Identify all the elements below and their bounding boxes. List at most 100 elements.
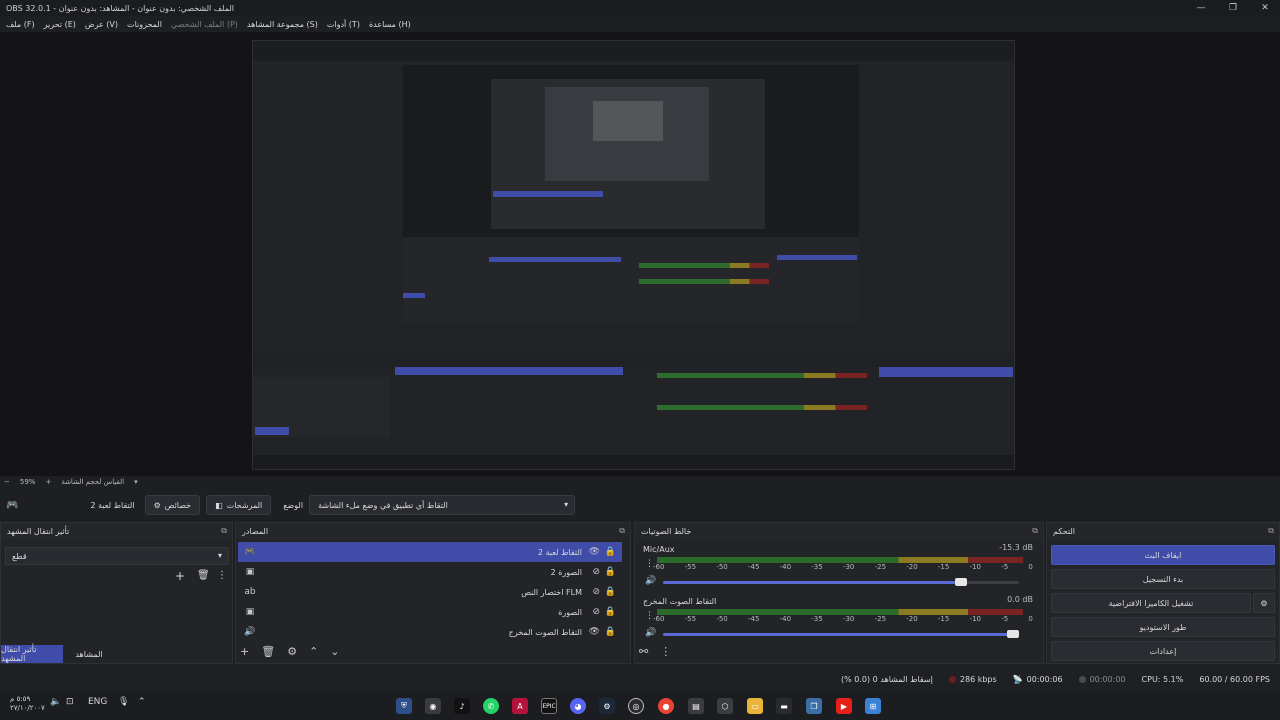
store-icon[interactable]: ▤ — [688, 698, 704, 714]
menu-edit[interactable]: تحرير (E) — [44, 20, 76, 29]
multitask-icon[interactable]: ❐ — [806, 698, 822, 714]
menu-profile[interactable]: الملف الشخصي (P) — [171, 20, 238, 29]
menu-scene-collection[interactable]: مجموعة المشاهد (S) — [247, 20, 318, 29]
tab-scenes[interactable]: المشاهد — [63, 645, 115, 663]
capture-mode-select[interactable]: التقاط أي تطبيق في وضع ملء الشاشة ▾ — [309, 495, 576, 515]
tiktok-icon[interactable]: ♪ — [454, 698, 470, 714]
tab-transitions[interactable]: تأثير انتقال المشهد — [1, 645, 63, 663]
obs-icon[interactable]: ◎ — [628, 698, 644, 714]
virtual-camera-settings-button[interactable]: ⚙ — [1253, 593, 1275, 613]
discord-icon[interactable]: ◕ — [570, 698, 586, 714]
start-recording-button[interactable]: بدء التسجيل — [1051, 569, 1275, 589]
bitrate: 286 kbps — [948, 675, 997, 684]
dock-header: التحكم ⧉ — [1047, 523, 1279, 539]
link-icon[interactable]: ⚯ — [639, 645, 648, 658]
lock-icon[interactable]: 🔒 — [605, 567, 616, 577]
whatsapp-icon[interactable]: ✆ — [483, 698, 499, 714]
float-dock-icon[interactable]: ⧉ — [619, 526, 625, 536]
chevron-down-icon[interactable]: ▾ — [134, 478, 138, 486]
shield-icon[interactable]: ⛨ — [396, 698, 412, 714]
filters-button[interactable]: ◧ المرشحات — [206, 495, 272, 515]
more-icon[interactable]: ⋮ — [660, 645, 671, 658]
eye-icon[interactable]: 👁 — [589, 627, 600, 637]
meter-scale: -60 -55 -50 -45 -40 -35 -30 -25 -20 -15 -10 -5 0 — [653, 615, 1033, 623]
eye-off-icon[interactable]: ⊘ — [592, 607, 600, 617]
controls-dock: التحكم ⧉ ايقاف البث بدء التسجيل تشغيل ال… — [1046, 522, 1280, 664]
zoom-in-button[interactable]: + — [45, 478, 51, 486]
zoom-out-button[interactable]: − — [4, 478, 10, 486]
terminal-icon[interactable]: ▬ — [776, 698, 792, 714]
float-dock-icon[interactable]: ⧉ — [1032, 526, 1038, 536]
menu-docks[interactable]: المحزونات — [127, 20, 162, 29]
eye-off-icon[interactable]: ⊘ — [592, 587, 600, 597]
studio-mode-button[interactable]: طور الاستوديو — [1051, 617, 1275, 637]
source-item[interactable]: ▣ الصورة 2 ⊘ 🔒 — [238, 562, 622, 582]
start-menu-icon[interactable]: ⊞ — [865, 698, 881, 714]
properties-button[interactable]: ⚙ خصائص — [144, 495, 201, 515]
trash-icon[interactable]: 🗑 — [261, 645, 275, 658]
settings-button[interactable]: إعدادات — [1051, 641, 1275, 661]
button-label: بدء التسجيل — [1142, 574, 1184, 584]
gamepad-icon[interactable]: ◉ — [425, 698, 441, 714]
more-icon[interactable]: ⋮ — [217, 570, 227, 581]
zoom-level[interactable]: 59% — [20, 478, 36, 486]
add-icon[interactable]: + — [175, 569, 185, 583]
steam-icon[interactable]: ⚙ — [599, 698, 615, 714]
source-name: الصورة — [558, 607, 582, 617]
source-item[interactable]: ▣ الصورة ⊘ 🔒 — [238, 602, 622, 622]
menu-help[interactable]: مساعدة (H) — [369, 20, 411, 29]
close-button[interactable]: ✕ — [1249, 0, 1280, 16]
language-indicator[interactable]: ENG — [88, 697, 107, 707]
speaker-icon[interactable]: 🔊 — [645, 576, 656, 586]
microphone-icon[interactable]: 🎙 — [118, 697, 129, 707]
add-icon[interactable]: + — [240, 645, 249, 658]
transition-select[interactable]: قطع ▾ — [5, 547, 229, 565]
source-item[interactable]: ab اختصار النص FLM ⊘ 🔒 — [238, 582, 622, 602]
volume-icon[interactable]: 🔈 — [50, 697, 61, 707]
trash-icon[interactable]: 🗑 — [197, 570, 210, 581]
chevron-down-icon[interactable]: ⌄ — [330, 645, 339, 658]
settings-app-icon[interactable]: ⬡ — [717, 698, 733, 714]
lock-icon[interactable]: 🔒 — [605, 547, 616, 557]
volume-slider[interactable] — [663, 578, 1019, 586]
volume-slider-handle[interactable] — [954, 578, 967, 586]
minimize-icon: — — [1196, 3, 1206, 13]
menu-file[interactable]: ملف (F) — [6, 20, 35, 29]
chevron-up-icon[interactable]: ⌃ — [138, 697, 146, 707]
folder-icon[interactable]: ▭ — [747, 698, 763, 714]
network-icon[interactable]: ⊡ — [66, 697, 74, 707]
eye-icon[interactable]: 👁 — [589, 547, 600, 557]
source-item[interactable]: 🔊 التقاط الصوت المخرج 👁 🔒 — [238, 622, 622, 642]
meter-scale-tick: -15 — [937, 563, 950, 571]
volume-slider-handle[interactable] — [1007, 630, 1019, 638]
source-item[interactable]: 🎮 التقاط لعبة 2 👁 🔒 — [238, 542, 622, 562]
clock[interactable]: ٥:٥٩ م ٢٧/١٠/٢٠٠٧ — [10, 695, 45, 713]
epic-games-icon[interactable]: EPIC — [541, 698, 557, 714]
menu-tools[interactable]: أدوات (T) — [327, 20, 360, 29]
volume-slider[interactable] — [663, 630, 1019, 638]
dock-title: تأثير انتقال المشهد — [7, 526, 70, 536]
chrome-icon[interactable]: ● — [658, 698, 674, 714]
chevron-up-icon[interactable]: ⌃ — [309, 645, 318, 658]
preview-canvas[interactable] — [252, 40, 1015, 470]
volume-slider-fill — [663, 581, 955, 584]
speaker-icon[interactable]: 🔊 — [645, 628, 656, 638]
menu-view[interactable]: عرض (V) — [85, 20, 118, 29]
stop-streaming-button[interactable]: ايقاف البث — [1051, 545, 1275, 565]
minimize-button[interactable]: — — [1185, 0, 1217, 16]
maximize-button[interactable]: ❐ — [1217, 0, 1249, 16]
adobe-icon[interactable]: A — [512, 698, 528, 714]
mode-label: الوضع — [283, 500, 304, 510]
start-virtual-camera-button[interactable]: تشغيل الكاميرا الافتراضية — [1051, 593, 1251, 613]
chevron-down-icon: ▾ — [217, 551, 222, 560]
lock-icon[interactable]: 🔒 — [605, 607, 616, 617]
eye-off-icon[interactable]: ⊘ — [592, 567, 600, 577]
record-icon — [1078, 675, 1086, 683]
gear-icon[interactable]: ⚙ — [287, 645, 297, 658]
youtube-icon[interactable]: ▶ — [836, 698, 852, 714]
window-title: OBS 32.0.1 - الملف الشخصي: بدون عنوان - … — [6, 3, 234, 13]
lock-icon[interactable]: 🔒 — [605, 627, 616, 637]
lock-icon[interactable]: 🔒 — [605, 587, 616, 597]
float-dock-icon[interactable]: ⧉ — [1268, 526, 1274, 536]
float-dock-icon[interactable]: ⧉ — [221, 526, 227, 536]
